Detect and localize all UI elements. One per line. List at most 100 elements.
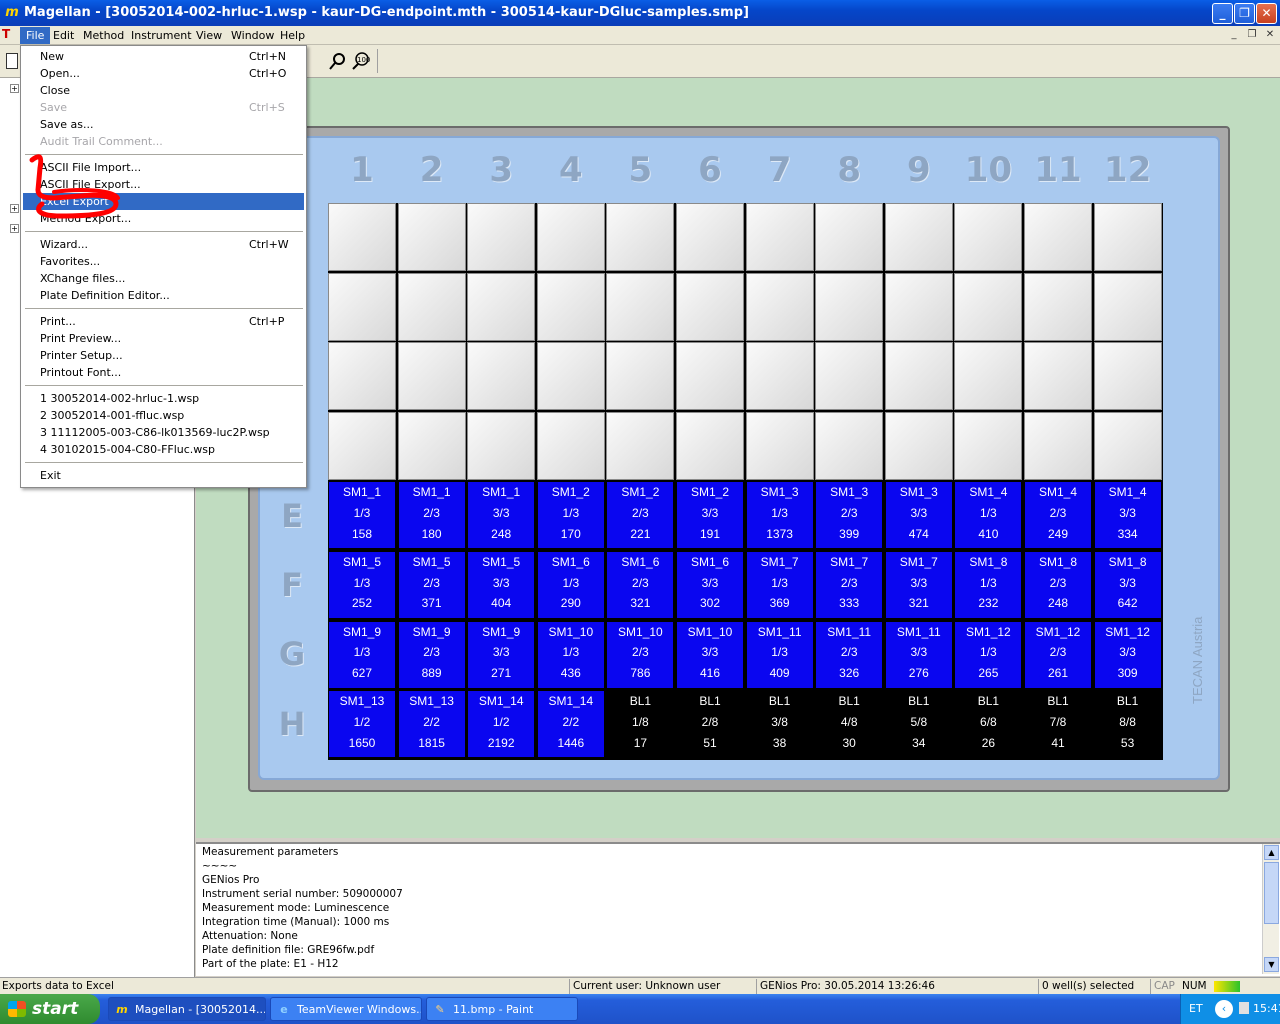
well-f9[interactable]: SM1_7 3/3 321 [884,551,953,619]
well-empty[interactable] [884,342,953,411]
well-empty[interactable] [884,411,953,480]
well-empty[interactable] [606,272,675,341]
well-empty[interactable] [397,342,466,411]
well-empty[interactable] [1093,342,1162,411]
well-empty[interactable] [328,342,396,411]
well-f12[interactable]: SM1_8 3/3 642 [1093,551,1162,619]
mdi-doc-icon[interactable]: T [2,27,20,44]
well-h10[interactable]: BL1 6/8 26 [954,690,1023,759]
well-empty[interactable] [606,342,675,411]
well-empty[interactable] [815,342,884,411]
well-empty[interactable] [536,203,605,271]
well-empty[interactable] [397,272,466,341]
menu-item-close[interactable]: Close [23,82,304,99]
expand-icon[interactable]: + [10,224,19,233]
well-f11[interactable]: SM1_8 2/3 248 [1024,551,1092,619]
menu-item-audit-trail-comment[interactable]: Audit Trail Comment... [23,133,304,150]
well-h7[interactable]: BL1 3/8 38 [745,690,814,759]
well-f4[interactable]: SM1_6 1/3 290 [536,551,605,619]
taskbar-item-teamviewer[interactable]: e TeamViewer Windows... [270,997,422,1021]
menu-item-printer-setup[interactable]: Printer Setup... [23,347,304,364]
menu-item-save[interactable]: Save Ctrl+S [23,99,304,116]
well-g12[interactable]: SM1_12 3/3 309 [1093,620,1162,689]
scroll-thumb[interactable] [1264,862,1279,924]
well-f6[interactable]: SM1_6 3/3 302 [676,551,744,619]
well-empty[interactable] [745,411,814,480]
zoom-100-icon[interactable]: 100 [350,51,372,71]
well-g6[interactable]: SM1_10 3/3 416 [676,620,744,689]
well-empty[interactable] [884,203,953,271]
well-empty[interactable] [1024,203,1092,271]
well-empty[interactable] [745,203,814,271]
title-bar[interactable]: m Magellan - [30052014-002-hrluc-1.wsp -… [0,0,1280,26]
well-e7[interactable]: SM1_3 1/3 1373 [745,481,814,550]
well-f10[interactable]: SM1_8 1/3 232 [954,551,1023,619]
well-g4[interactable]: SM1_10 1/3 436 [536,620,605,689]
well-g7[interactable]: SM1_11 1/3 409 [745,620,814,689]
well-g1[interactable]: SM1_9 1/3 627 [328,620,396,689]
well-empty[interactable] [328,411,396,480]
scroll-up-icon[interactable]: ▲ [1264,845,1279,860]
well-empty[interactable] [536,342,605,411]
mdi-minimize-button[interactable]: _ [1226,28,1242,42]
well-f5[interactable]: SM1_6 2/3 321 [606,551,675,619]
well-empty[interactable] [745,342,814,411]
menu-item-save-as[interactable]: Save as... [23,116,304,133]
menu-item-printout-font[interactable]: Printout Font... [23,364,304,381]
well-e3[interactable]: SM1_1 3/3 248 [467,481,536,550]
well-f1[interactable]: SM1_5 1/3 252 [328,551,396,619]
well-e5[interactable]: SM1_2 2/3 221 [606,481,675,550]
well-h12[interactable]: BL1 8/8 53 [1093,690,1162,759]
well-e1[interactable]: SM1_1 1/3 158 [328,481,396,550]
well-empty[interactable] [676,203,744,271]
well-empty[interactable] [676,411,744,480]
well-g11[interactable]: SM1_12 2/3 261 [1024,620,1092,689]
taskbar-item-paint[interactable]: ✎ 11.bmp - Paint [426,997,578,1021]
well-empty[interactable] [467,411,536,480]
menu-window[interactable]: Window [225,27,280,44]
menu-item-xchange-files[interactable]: XChange files... [23,270,304,287]
menu-item-new[interactable]: New Ctrl+N [23,48,304,65]
well-empty[interactable] [1093,411,1162,480]
mdi-close-button[interactable]: ✕ [1262,28,1278,42]
well-empty[interactable] [1024,272,1092,341]
well-empty[interactable] [954,342,1023,411]
measurement-parameters-pane[interactable]: Measurement parameters ~~~~ GENios Pro Inst… [196,842,1280,976]
menu-edit[interactable]: Edit [47,27,80,44]
well-empty[interactable] [884,272,953,341]
well-e10[interactable]: SM1_4 1/3 410 [954,481,1023,550]
well-h1[interactable]: SM1_13 1/2 1650 [328,690,396,759]
menu-instrument[interactable]: Instrument [125,27,198,44]
expand-icon[interactable]: + [10,204,19,213]
well-empty[interactable] [1024,342,1092,411]
menu-method[interactable]: Method [77,27,130,44]
well-empty[interactable] [954,272,1023,341]
well-e9[interactable]: SM1_3 3/3 474 [884,481,953,550]
menu-file[interactable]: File [20,27,51,44]
well-h11[interactable]: BL1 7/8 41 [1024,690,1092,759]
well-empty[interactable] [954,203,1023,271]
new-doc-icon[interactable] [6,53,18,69]
well-e6[interactable]: SM1_2 3/3 191 [676,481,744,550]
vertical-scrollbar[interactable]: ▲ ▼ [1262,844,1279,974]
search-icon[interactable] [328,51,348,71]
well-g10[interactable]: SM1_12 1/3 265 [954,620,1023,689]
expand-icon[interactable]: + [10,84,19,93]
well-h8[interactable]: BL1 4/8 30 [815,690,884,759]
menu-item-print[interactable]: Print... Ctrl+P [23,313,304,330]
well-h4[interactable]: SM1_14 2/2 1446 [536,690,605,759]
menu-item-print-preview[interactable]: Print Preview... [23,330,304,347]
well-e12[interactable]: SM1_4 3/3 334 [1093,481,1162,550]
mdi-restore-button[interactable]: ❐ [1244,28,1260,42]
menu-view[interactable]: View [190,27,228,44]
well-g9[interactable]: SM1_11 3/3 276 [884,620,953,689]
well-e4[interactable]: SM1_2 1/3 170 [536,481,605,550]
well-empty[interactable] [745,272,814,341]
well-empty[interactable] [1024,411,1092,480]
language-indicator[interactable]: ET [1189,1002,1203,1015]
start-button[interactable]: start [0,994,100,1024]
well-empty[interactable] [954,411,1023,480]
taskbar-item-magellan[interactable]: m Magellan - [30052014... [108,997,266,1021]
menu-item-1-30052014-002-hrluc-1-wsp[interactable]: 1 30052014-002-hrluc-1.wsp [23,390,304,407]
well-f3[interactable]: SM1_5 3/3 404 [467,551,536,619]
